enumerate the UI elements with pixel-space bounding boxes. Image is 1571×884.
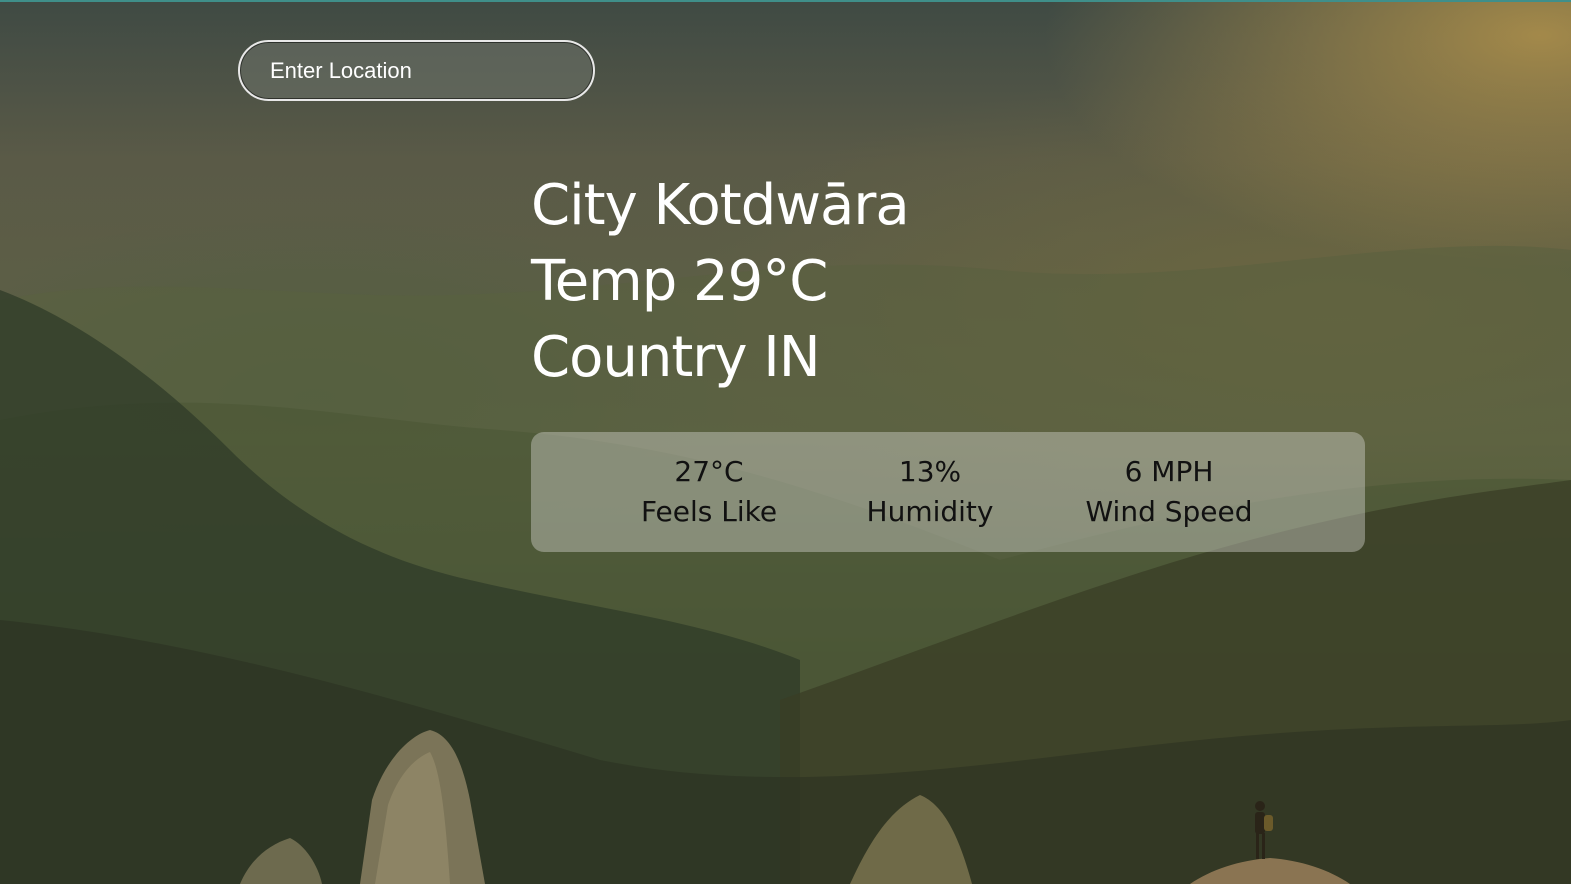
humidity-stat: 13% Humidity <box>867 452 994 532</box>
feels-like-stat: 27°C Feels Like <box>641 452 777 532</box>
wind-speed-value: 6 MPH <box>1124 455 1214 488</box>
humidity-label: Humidity <box>866 495 994 528</box>
feels-like-label: Feels Like <box>640 495 778 528</box>
humidity-value: 13% <box>898 455 962 488</box>
weather-main-info: City Kotdwāra Temp 29°C Country IN <box>531 168 910 396</box>
wind-speed-stat: 6 MPH Wind Speed <box>1085 452 1252 532</box>
city-name: City Kotdwāra <box>531 173 910 238</box>
weather-details-panel: 27°C Feels Like 13% Humidity 6 MPH Wind … <box>531 432 1365 552</box>
feels-like-value: 27°C <box>674 455 744 488</box>
country-code: Country IN <box>531 325 821 390</box>
temperature: Temp 29°C <box>531 249 828 314</box>
wind-speed-label: Wind Speed <box>1085 495 1253 528</box>
location-search-input[interactable] <box>238 40 595 101</box>
